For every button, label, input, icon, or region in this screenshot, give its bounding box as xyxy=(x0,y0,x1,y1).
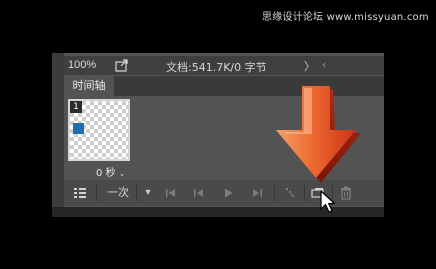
down-arrow-icon xyxy=(276,86,361,183)
play-icon[interactable] xyxy=(219,180,237,206)
document-size-info: 文档:541.7K/0 字节 xyxy=(166,61,267,74)
first-frame-icon[interactable] xyxy=(162,180,180,206)
convert-to-frame-animation-icon[interactable] xyxy=(70,180,90,206)
tab-timeline[interactable]: 时间轴 xyxy=(64,76,114,96)
toolbar-divider xyxy=(304,184,305,202)
toolbar-divider xyxy=(136,184,137,202)
panel-left-strip xyxy=(52,53,64,217)
animation-frame-thumbnail[interactable]: 1 xyxy=(68,99,130,161)
chevron-left-icon[interactable]: ‹ xyxy=(322,58,326,71)
chevron-down-icon[interactable]: ▾ xyxy=(142,180,154,206)
mouse-pointer-icon xyxy=(320,190,336,213)
chevron-right-icon[interactable]: 〉 xyxy=(304,58,315,74)
frame-delay-select[interactable]: 0 秒 ⌄ xyxy=(96,164,125,179)
watermark: 思缘设计论坛 www.missyuan.com xyxy=(262,12,429,23)
previous-frame-icon[interactable] xyxy=(190,180,208,206)
next-frame-icon[interactable] xyxy=(248,180,266,206)
toolbar-divider xyxy=(274,184,275,202)
chevron-down-icon: ⌄ xyxy=(118,169,126,178)
loop-options-select[interactable]: 一次 xyxy=(104,180,132,206)
status-bar: 100% 文档:541.7K/0 字节 〉 ‹ xyxy=(64,56,384,75)
frame-delay-value: 0 秒 xyxy=(96,168,116,179)
zoom-level[interactable]: 100% xyxy=(68,59,96,71)
frame-number: 1 xyxy=(70,101,82,113)
frame-content-swatch xyxy=(73,123,84,134)
export-icon[interactable] xyxy=(115,58,129,72)
toolbar-divider xyxy=(96,184,97,202)
